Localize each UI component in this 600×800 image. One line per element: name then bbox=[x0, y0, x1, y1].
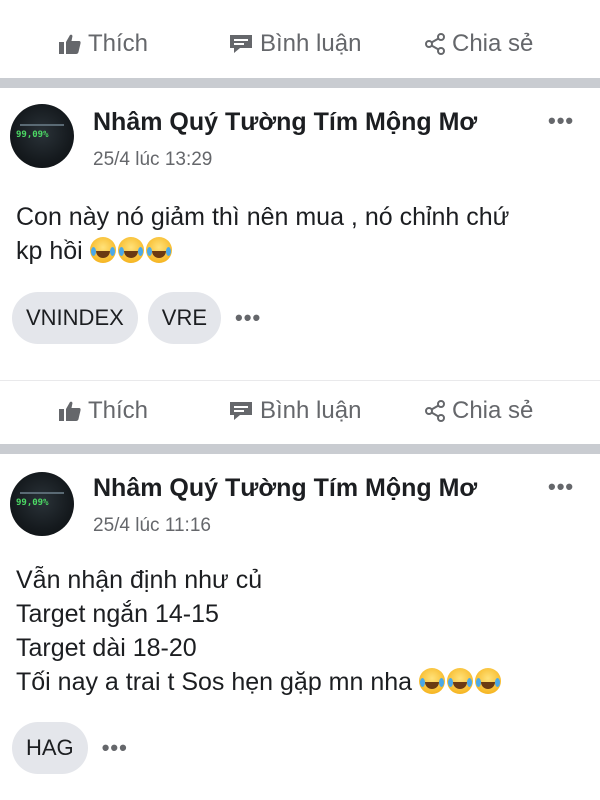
post-author[interactable]: Nhâm Quý Tường Tím Mộng Mơ bbox=[93, 474, 477, 503]
post-timestamp[interactable]: 25/4 lúc 11:16 bbox=[93, 515, 211, 537]
laughing-tears-emoji-icon bbox=[145, 237, 172, 263]
post-text-line: Con này nó giảm thì nên mua , nó chỉnh c… bbox=[16, 203, 510, 231]
post-text: Vẫn nhận định như củ Target ngắn 14-15 T… bbox=[16, 563, 586, 699]
post-text-line: Target ngắn 14-15 bbox=[16, 600, 219, 628]
post-text-line-with-emoji: Tối nay a trai t Sos hẹn gặp mn nha bbox=[16, 665, 586, 699]
avatar-overlay-text: 99,09% bbox=[16, 130, 49, 140]
thumbs-up-icon bbox=[58, 33, 82, 55]
laughing-tears-emoji-icon bbox=[475, 668, 502, 694]
share-icon bbox=[424, 400, 446, 422]
comment-label: Bình luận bbox=[260, 30, 362, 57]
post-divider bbox=[0, 444, 600, 454]
laughing-tears-emoji-icon bbox=[419, 668, 446, 694]
comment-button[interactable]: Bình luận bbox=[228, 14, 361, 74]
avatar-decoration bbox=[20, 124, 64, 126]
post-text-line: kp hồi bbox=[16, 237, 83, 265]
post-text-line: Target dài 18-20 bbox=[16, 634, 197, 662]
more-options-icon[interactable]: ••• bbox=[548, 474, 574, 500]
like-button[interactable]: Thích bbox=[58, 381, 148, 441]
post-text-line: Tối nay a trai t Sos hẹn gặp mn nha bbox=[16, 668, 413, 696]
comment-icon bbox=[228, 33, 254, 55]
tag-hag[interactable]: HAG bbox=[12, 722, 88, 774]
tag-list: VNINDEX VRE ••• bbox=[12, 292, 261, 344]
like-label: Thích bbox=[88, 30, 149, 57]
share-button[interactable]: Chia sẻ bbox=[424, 381, 533, 441]
tag-vre[interactable]: VRE bbox=[147, 292, 222, 344]
share-label: Chia sẻ bbox=[452, 30, 534, 57]
thumbs-up-icon bbox=[58, 400, 82, 422]
tag-list: HAG ••• bbox=[12, 722, 128, 774]
tags-more-icon[interactable]: ••• bbox=[235, 305, 261, 331]
like-label: Thích bbox=[88, 397, 149, 424]
comment-button[interactable]: Bình luận bbox=[228, 381, 361, 441]
share-button[interactable]: Chia sẻ bbox=[424, 14, 533, 74]
laughing-tears-emoji-icon bbox=[447, 668, 474, 694]
action-bar-post-1: Thích Bình luận Chia sẻ bbox=[0, 380, 600, 441]
more-options-icon[interactable]: ••• bbox=[548, 108, 574, 134]
action-bar-top: Thích Bình luận Chia sẻ bbox=[0, 14, 600, 74]
avatar[interactable]: 99,09% bbox=[10, 104, 74, 168]
tags-more-icon[interactable]: ••• bbox=[102, 735, 128, 761]
avatar[interactable]: 99,09% bbox=[10, 472, 74, 536]
post-author[interactable]: Nhâm Quý Tường Tím Mộng Mơ bbox=[93, 108, 477, 137]
avatar-decoration bbox=[20, 492, 64, 494]
post-card: 99,09% Nhâm Quý Tường Tím Mộng Mơ 25/4 l… bbox=[0, 88, 600, 378]
share-icon bbox=[424, 33, 446, 55]
avatar-overlay-text: 99,09% bbox=[16, 498, 49, 508]
tag-vnindex[interactable]: VNINDEX bbox=[12, 292, 138, 344]
laughing-tears-emoji-icon bbox=[117, 237, 144, 263]
comment-label: Bình luận bbox=[260, 397, 362, 424]
post-card: 99,09% Nhâm Quý Tường Tím Mộng Mơ 25/4 l… bbox=[0, 454, 600, 800]
post-text-line: Vẫn nhận định như củ bbox=[16, 566, 263, 594]
post-text: Con này nó giảm thì nên mua , nó chỉnh c… bbox=[16, 200, 586, 268]
post-divider bbox=[0, 78, 600, 88]
post-text-line-with-emoji: kp hồi bbox=[16, 234, 586, 268]
post-timestamp[interactable]: 25/4 lúc 13:29 bbox=[93, 149, 212, 171]
share-label: Chia sẻ bbox=[452, 397, 534, 424]
like-button[interactable]: Thích bbox=[58, 14, 148, 74]
laughing-tears-emoji-icon bbox=[89, 237, 116, 263]
comment-icon bbox=[228, 400, 254, 422]
